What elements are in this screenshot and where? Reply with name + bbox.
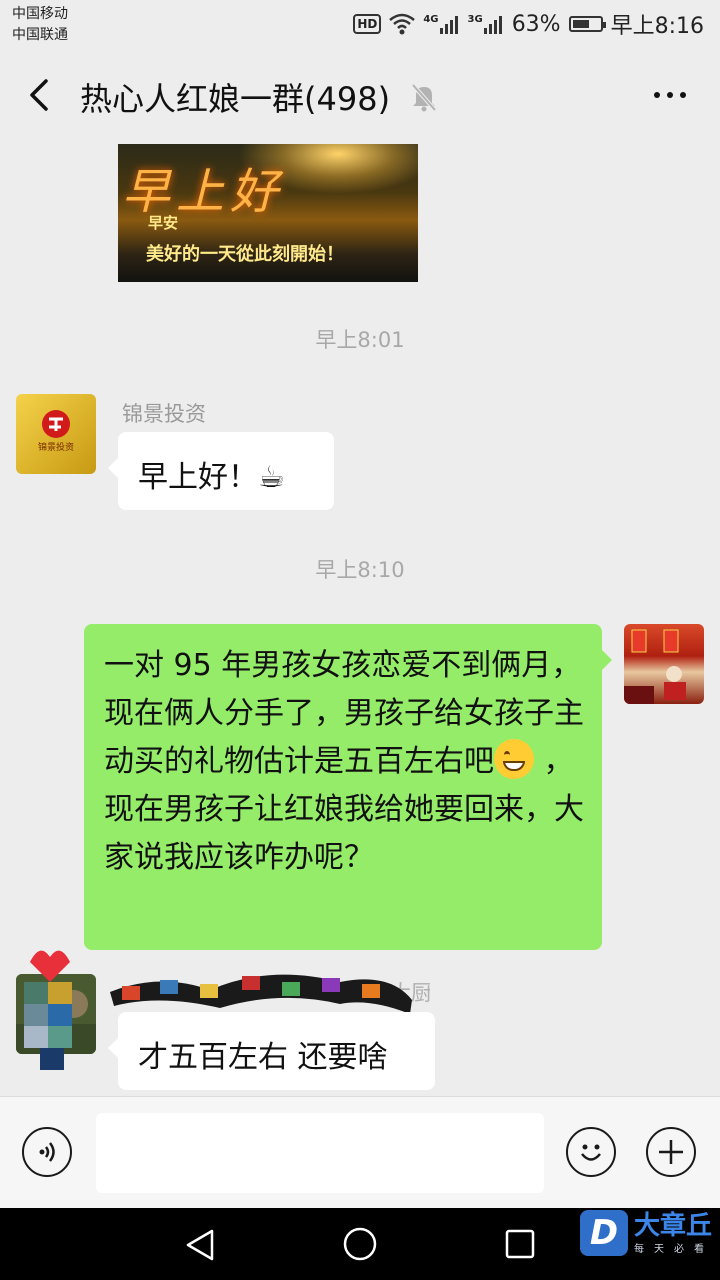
image-script-text: 早上好 — [122, 164, 285, 220]
voice-icon[interactable] — [22, 1127, 72, 1177]
smile-face-icon — [581, 1144, 601, 1161]
image-caption-1: 早安 — [148, 214, 179, 232]
status-icons: HD 4G 3G 63% 早上8:16 — [353, 8, 704, 40]
message-bubble[interactable]: 早上好！☕ — [108, 432, 334, 510]
signal-bars-icon — [483, 16, 502, 34]
triangle-back-icon[interactable] — [184, 1228, 216, 1262]
status-time: 早上8:16 — [610, 14, 704, 39]
carrier-2: 中国联通 — [12, 27, 68, 43]
hd-badge: HD — [353, 14, 382, 34]
net-type-1: 4G — [423, 14, 439, 25]
battery-percent: 63% — [511, 11, 561, 37]
plus-icon[interactable] — [646, 1127, 696, 1177]
message-bubble-self[interactable]: 一对 95 年男孩女孩恋爱不到俩月，现在俩人分手了，男孩子给女孩子主动买的礼物估… — [84, 624, 612, 950]
chevron-left-icon[interactable] — [24, 78, 58, 112]
circle-home-icon[interactable] — [342, 1226, 378, 1262]
avatar-self[interactable] — [624, 624, 704, 704]
message-text: 早上好！☕ — [138, 460, 285, 495]
battery-icon — [568, 16, 606, 32]
chat-header: 热心人红娘一群(498) — [0, 48, 720, 144]
room-photo-icon — [624, 629, 686, 704]
signal-1: 4G — [423, 14, 459, 34]
timestamp: 早上8:01 — [315, 328, 405, 352]
message-list[interactable]: 早上好 早安 美好的一天從此刻開始！ 早上8:01 锦景投资 锦景投资 早上好！… — [0, 144, 720, 1096]
signal-bars-icon — [439, 16, 458, 34]
svg-text:锦景投资: 锦景投资 — [38, 441, 74, 453]
message-bubble[interactable]: 才五百左右 还要啥 — [108, 1012, 435, 1090]
system-nav-bar: D 大章丘 每天必看 — [0, 1208, 720, 1280]
battery-fill — [572, 20, 589, 28]
status-bar: 中国移动 中国联通 HD 4G 3G 63% 早上8:16 — [0, 0, 720, 48]
message-text: 才五百左右 还要啥 — [138, 1040, 388, 1075]
watermark-tagline: 每天必看 — [634, 1243, 714, 1255]
watermark: D 大章丘 每天必看 — [580, 1210, 714, 1256]
sender-name: 锦景投资 — [122, 402, 206, 426]
grin-emoji-icon — [494, 739, 534, 779]
emoji-icon[interactable] — [566, 1127, 616, 1177]
timestamp: 早上8:10 — [315, 558, 405, 582]
net-type-2: 3G — [467, 14, 483, 25]
watermark-logo: D — [580, 1210, 628, 1256]
input-bar — [0, 1096, 720, 1209]
carrier-info: 中国移动 中国联通 — [12, 4, 68, 46]
image-message[interactable]: 早上好 早安 美好的一天從此刻開始！ — [118, 144, 418, 282]
message-input[interactable] — [96, 1113, 544, 1193]
square-recents-icon[interactable] — [504, 1228, 536, 1260]
voice-waves-icon — [39, 1142, 55, 1162]
company-logo-icon: 锦景投资 — [38, 410, 74, 453]
watermark-text: 大章丘 每天必看 — [634, 1212, 714, 1255]
carrier-1: 中国移动 — [12, 6, 68, 22]
avatar[interactable]: 锦景投资 — [16, 394, 96, 474]
chat-title[interactable]: 热心人红娘一群(498) — [80, 74, 390, 120]
signal-2: 3G — [468, 14, 504, 34]
plus-sign-icon — [659, 1140, 683, 1164]
wifi-icon — [389, 13, 416, 35]
bell-off-icon — [411, 83, 437, 112]
more-dots-icon[interactable] — [654, 92, 686, 98]
watermark-name: 大章丘 — [634, 1210, 713, 1241]
image-caption-2: 美好的一天從此刻開始！ — [146, 244, 344, 265]
